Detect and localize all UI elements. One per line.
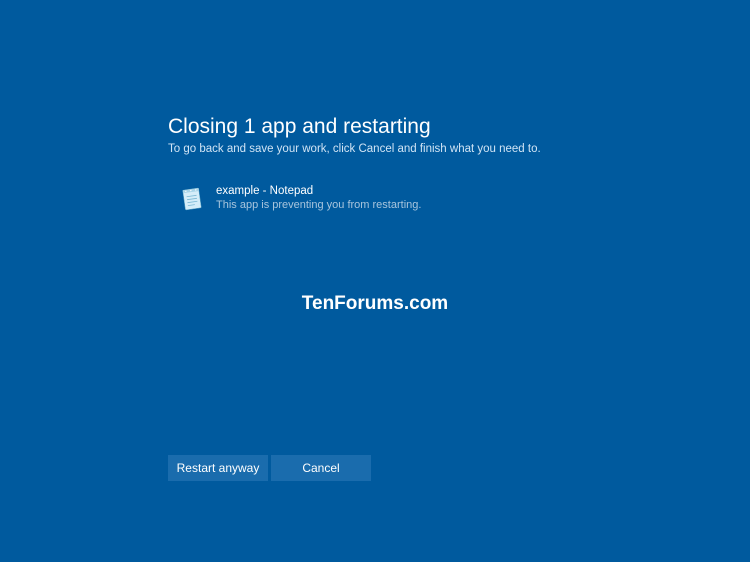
- dialog-title: Closing 1 app and restarting: [168, 115, 648, 139]
- app-status: This app is preventing you from restarti…: [216, 199, 421, 211]
- watermark-text: TenForums.com: [302, 293, 448, 315]
- blocking-app-row: example - Notepad This app is preventing…: [178, 185, 648, 213]
- restart-anyway-button[interactable]: Restart anyway: [168, 455, 268, 481]
- cancel-button[interactable]: Cancel: [271, 455, 371, 481]
- button-row: Restart anyway Cancel: [168, 455, 371, 481]
- dialog-subtitle: To go back and save your work, click Can…: [168, 143, 648, 155]
- app-info: example - Notepad This app is preventing…: [216, 185, 421, 211]
- restart-dialog: Closing 1 app and restarting To go back …: [168, 115, 648, 213]
- app-name: example - Notepad: [216, 185, 421, 197]
- notepad-icon: [178, 185, 206, 213]
